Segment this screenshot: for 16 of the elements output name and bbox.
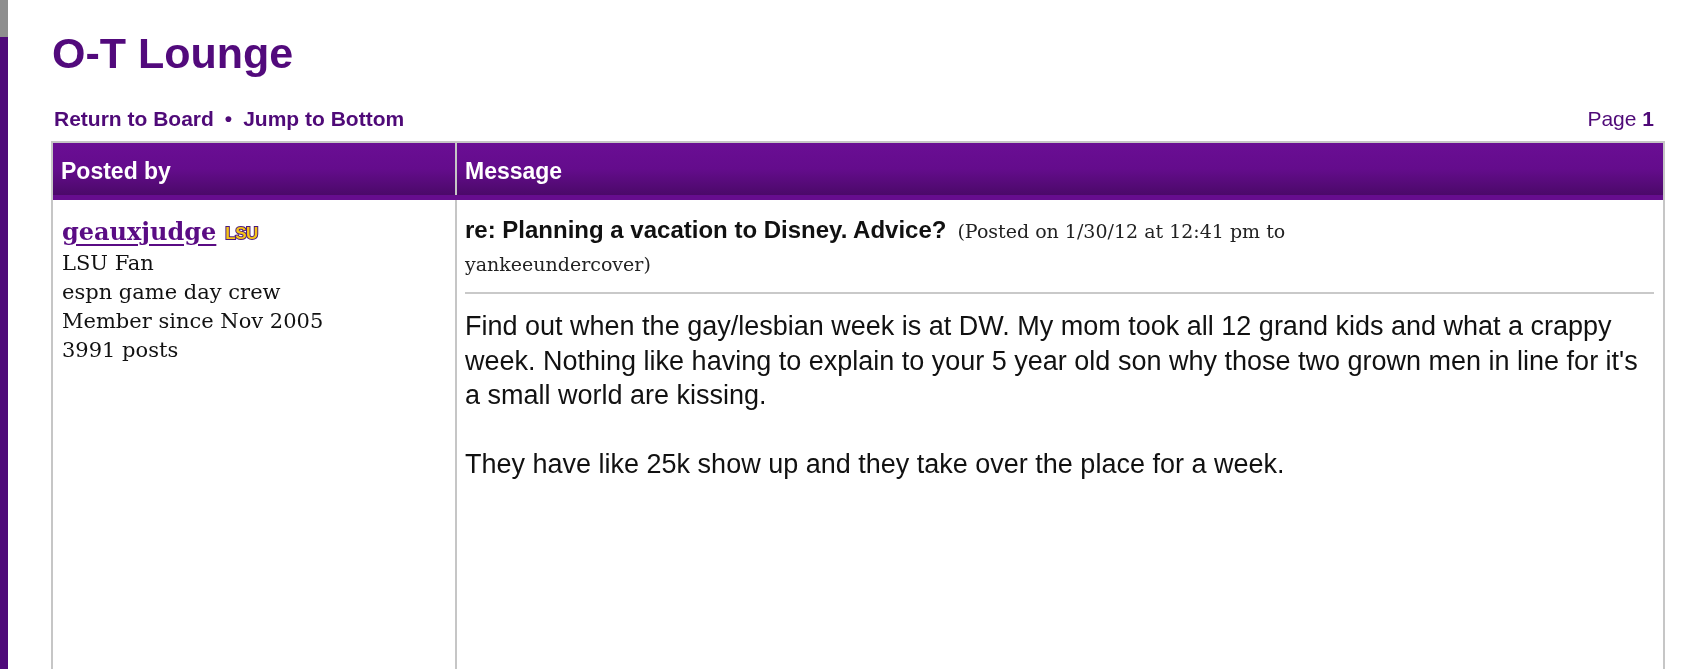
user-info-line: 3991 posts (62, 337, 179, 364)
user-info-line: LSU Fan (62, 250, 154, 277)
nav-link[interactable]: Return to Board (54, 108, 214, 129)
user-info-line: Member since Nov 2005 (62, 308, 324, 335)
page-indicator: Page 1 (1587, 108, 1654, 129)
post-heading: re: Planning a vacation to Disney. Advice? (Posted on 1/30/12 at 12:41 pm to yankeeundercover) (465, 215, 1287, 277)
message-paragraph: Find out when the gay/lesbian week is at DW. My mom took all 12 grand kids and what a crappy week. Nothing like having to explain to your 5 year old son why those two grown men in line for it's a small world are kissing. (465, 310, 1639, 412)
column-header: Message (464, 157, 564, 186)
nav-link[interactable]: Jump to Bottom (243, 108, 405, 129)
username-link[interactable]: geauxjudge (62, 216, 217, 248)
user-info-line: espn game day crew (62, 279, 281, 306)
page-title: O-T Lounge (52, 32, 294, 75)
bullet-separator: • (224, 108, 233, 129)
message-paragraph: They have like 25k show up and they take over the place for a week. (465, 448, 1286, 481)
column-header: Posted by (53, 143, 457, 195)
team-logo: LSU (225, 224, 258, 242)
